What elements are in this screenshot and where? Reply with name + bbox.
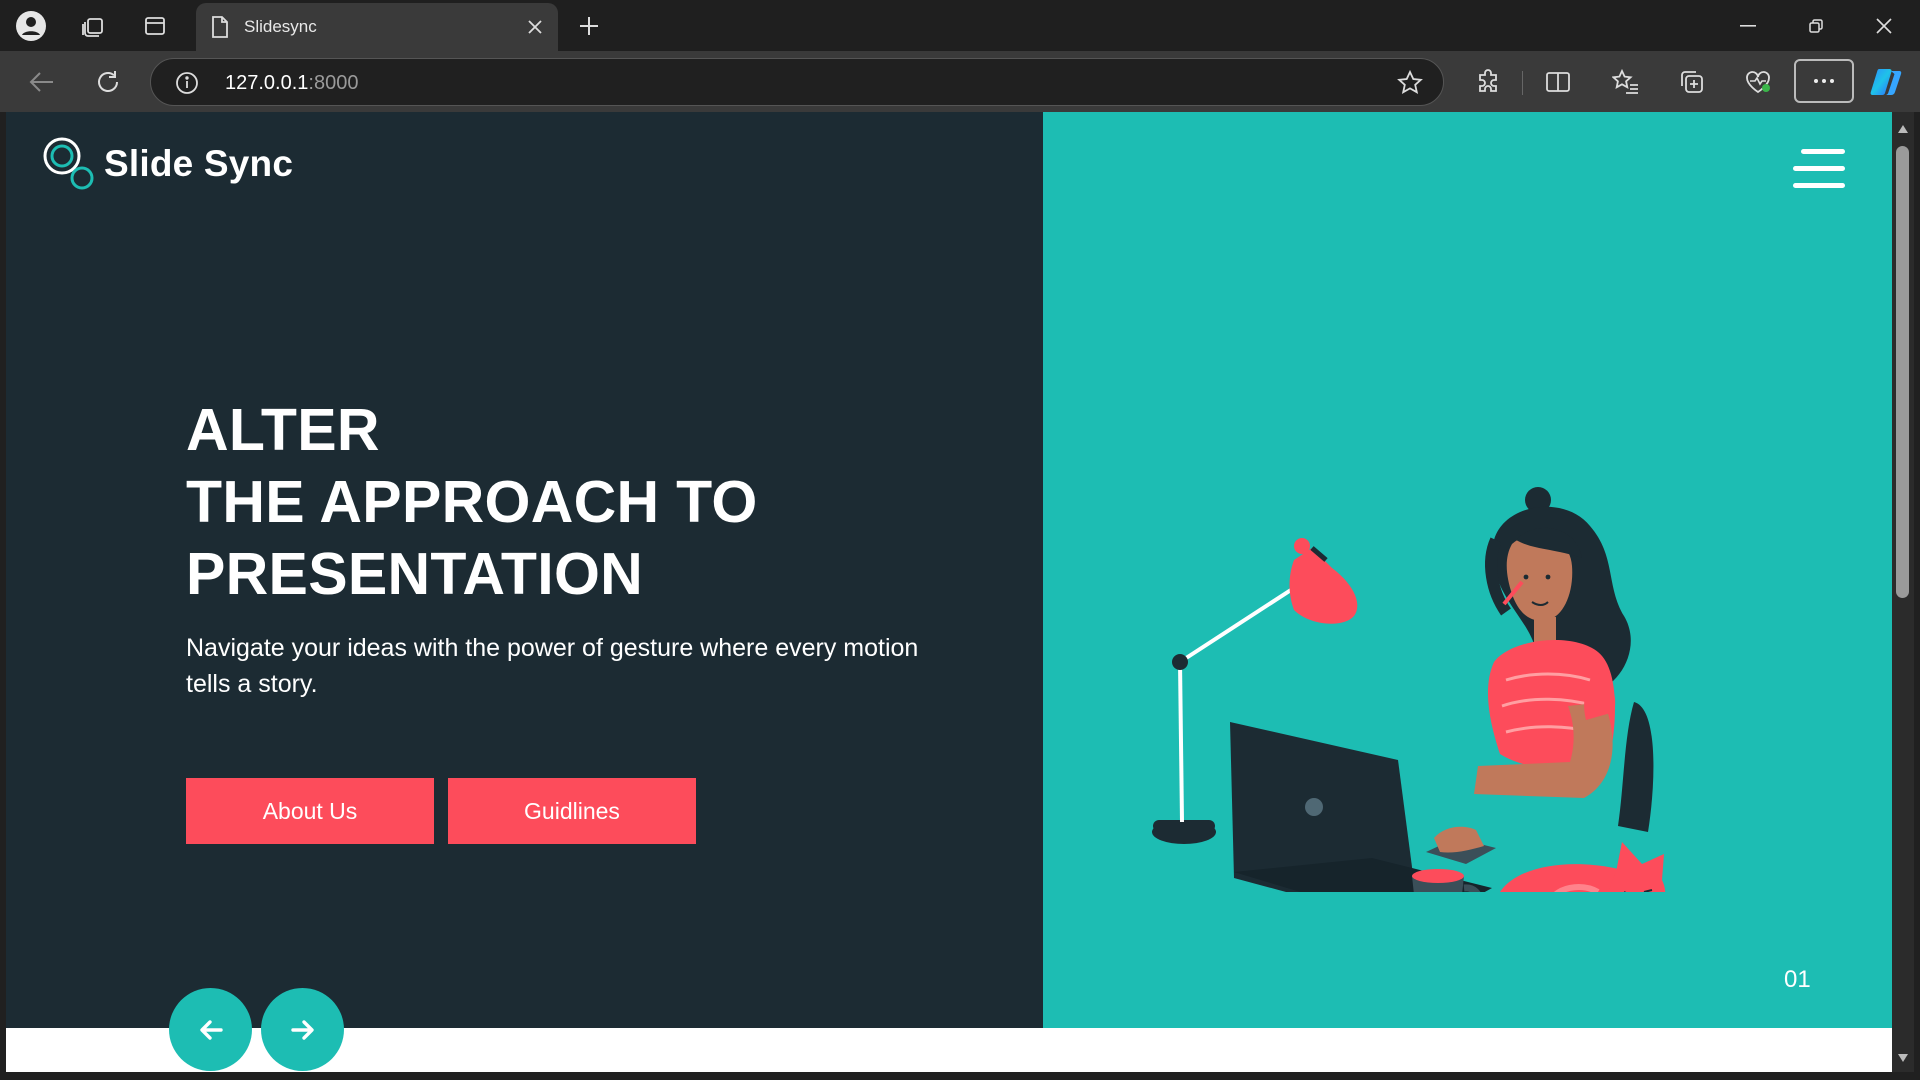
address-bar[interactable]: 127.0.0.1:8000: [150, 58, 1444, 106]
laptop: [1230, 722, 1496, 892]
minimize-icon[interactable]: [1714, 0, 1782, 51]
reload-icon[interactable]: [88, 63, 128, 101]
hamburger-menu-icon[interactable]: [1793, 148, 1847, 190]
add-icon[interactable]: [572, 9, 606, 43]
hero-title-line-3: PRESENTATION: [186, 541, 644, 607]
arrow-left-icon: [199, 1019, 223, 1040]
hero-subtitle: Navigate your ideas with the power of ge…: [186, 634, 919, 698]
puzzle-icon[interactable]: [1468, 63, 1508, 101]
tab-title: Slidesync: [244, 17, 317, 36]
tab-actions-icon[interactable]: [138, 9, 172, 43]
page-scrollbar[interactable]: [1892, 112, 1914, 1072]
about-us-button[interactable]: About Us: [186, 778, 434, 844]
woman-character: [1474, 487, 1631, 798]
scroll-up-icon[interactable]: [1897, 121, 1909, 139]
browser-tab-bar: Slidesync: [0, 0, 1920, 51]
page-icon: [210, 15, 230, 44]
split-screen-icon[interactable]: [1538, 63, 1578, 101]
slide-number: 01: [1784, 966, 1811, 993]
restore-icon[interactable]: [1782, 0, 1850, 51]
coffee-mug: [1412, 869, 1481, 892]
scroll-down-icon[interactable]: [1897, 1050, 1909, 1068]
workspaces-icon[interactable]: [76, 9, 110, 43]
toolbar-divider: [1522, 71, 1523, 95]
active-tab[interactable]: Slidesync: [196, 3, 558, 51]
back-arrow-icon[interactable]: [22, 63, 62, 101]
browser-toolbar: 127.0.0.1:8000: [0, 51, 1920, 112]
arrow-right-icon: [290, 1019, 314, 1040]
star-icon[interactable]: [1397, 69, 1423, 101]
brand-name: Slide Sync: [104, 143, 294, 184]
window-close-icon[interactable]: [1850, 0, 1918, 51]
logo-rings-icon: [43, 137, 94, 190]
next-slide-button[interactable]: [261, 988, 344, 1071]
hero-title-line-2: THE APPROACH TO: [186, 469, 758, 535]
hero-title-line-1: ALTER: [186, 397, 380, 463]
url-text[interactable]: 127.0.0.1:8000: [225, 72, 358, 95]
collections-icon[interactable]: [1672, 63, 1712, 101]
guidelines-button[interactable]: Guidlines: [448, 778, 696, 844]
more-icon[interactable]: [1794, 59, 1854, 103]
site-logo[interactable]: Slide Sync: [42, 134, 293, 194]
close-icon[interactable]: [520, 12, 550, 42]
browser-essentials-icon[interactable]: [1738, 63, 1778, 101]
info-icon[interactable]: [175, 71, 199, 100]
prev-slide-button[interactable]: [169, 988, 252, 1071]
hero-title: ALTER THE APPROACH TO PRESENTATION: [186, 394, 986, 610]
copilot-icon[interactable]: [1866, 63, 1906, 101]
favorites-icon[interactable]: [1606, 63, 1646, 101]
page-viewport: Slide Sync ALTER THE APPROACH TO PRESENT…: [6, 112, 1892, 1072]
hero-illustration: [1152, 487, 1666, 892]
profile-icon[interactable]: [14, 9, 48, 43]
scrollbar-thumb[interactable]: [1896, 146, 1909, 598]
